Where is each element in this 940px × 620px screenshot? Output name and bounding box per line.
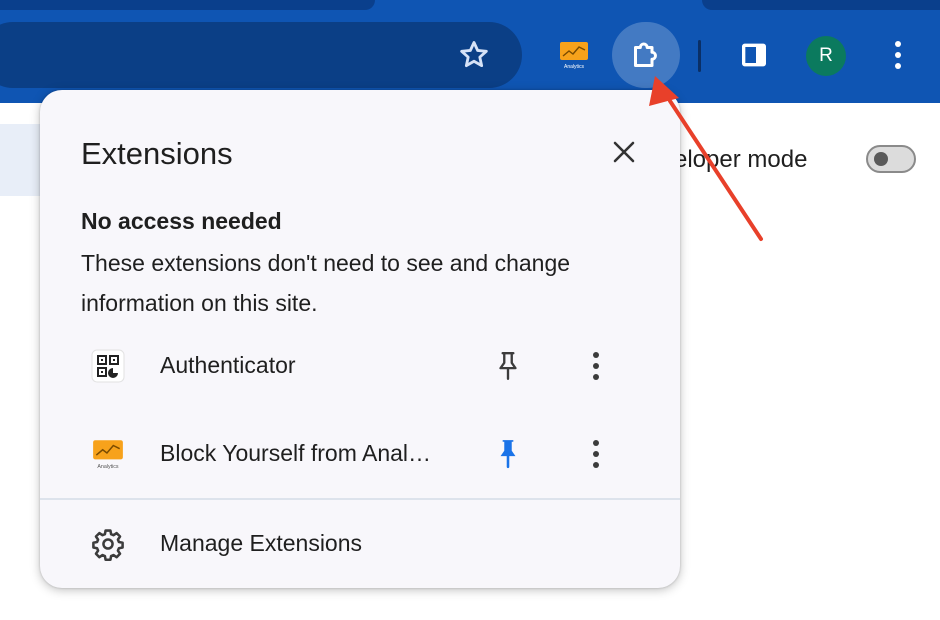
annotation-arrow — [649, 76, 763, 241]
